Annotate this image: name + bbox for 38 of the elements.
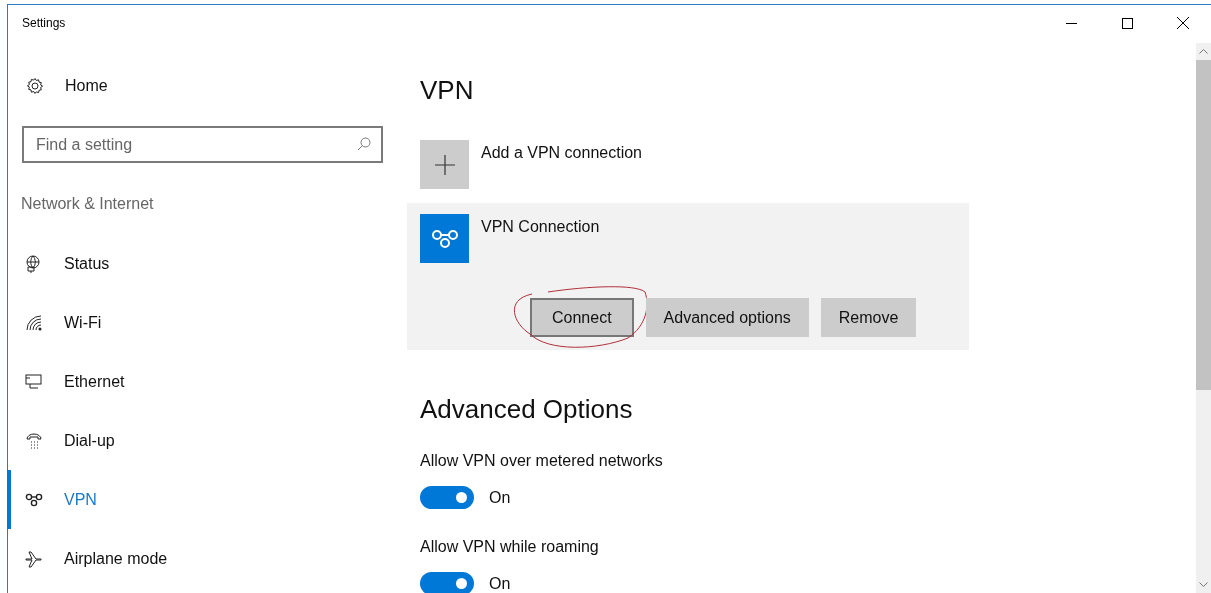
window-title: Settings	[22, 16, 66, 30]
close-icon	[1177, 17, 1189, 29]
scroll-down-icon[interactable]	[1199, 582, 1208, 587]
monitor-icon	[25, 372, 43, 391]
section-heading: Advanced Options	[420, 393, 634, 426]
scrollbar-thumb[interactable]	[1196, 60, 1211, 390]
wifi-icon	[25, 313, 43, 332]
gear-icon	[26, 77, 44, 95]
plus-icon	[434, 154, 455, 175]
toggle-switch[interactable]	[420, 486, 474, 509]
toggle-state: On	[489, 488, 511, 507]
nav-item[interactable]: Status	[7, 234, 400, 293]
action-button[interactable]: Remove	[820, 298, 917, 337]
home-nav-item[interactable]: Home	[22, 66, 400, 106]
globe-icon	[25, 254, 43, 273]
action-button[interactable]: Advanced options	[645, 298, 809, 337]
phone-icon	[25, 431, 43, 450]
maximize-icon	[1121, 17, 1133, 29]
nav-item[interactable]: VPN	[7, 470, 400, 529]
scrollbar[interactable]	[1196, 43, 1211, 593]
section-heading: Network & Internet	[21, 194, 155, 214]
connection-name: VPN Connection	[481, 217, 600, 236]
airplane-icon	[25, 549, 43, 568]
nav-item[interactable]: Wi-Fi	[7, 293, 400, 352]
search-icon	[357, 137, 371, 151]
option-label: Allow VPN while roaming	[420, 537, 600, 557]
toggle-switch[interactable]	[420, 572, 474, 593]
vpn-tile-icon	[420, 214, 469, 263]
search-field[interactable]: Find a setting	[22, 126, 383, 163]
toggle-state: On	[489, 574, 511, 593]
page-heading: VPN	[420, 74, 475, 107]
add-vpn-button[interactable]: Add a VPN connection	[420, 140, 680, 189]
option-label: Allow VPN over metered networks	[420, 451, 664, 471]
nav-item[interactable]: Airplane mode	[7, 529, 400, 588]
action-button[interactable]: Connect	[530, 298, 634, 337]
nav-item[interactable]: Ethernet	[7, 352, 400, 411]
scroll-up-icon[interactable]	[1199, 49, 1208, 54]
nav-item[interactable]: Dial-up	[7, 411, 400, 470]
